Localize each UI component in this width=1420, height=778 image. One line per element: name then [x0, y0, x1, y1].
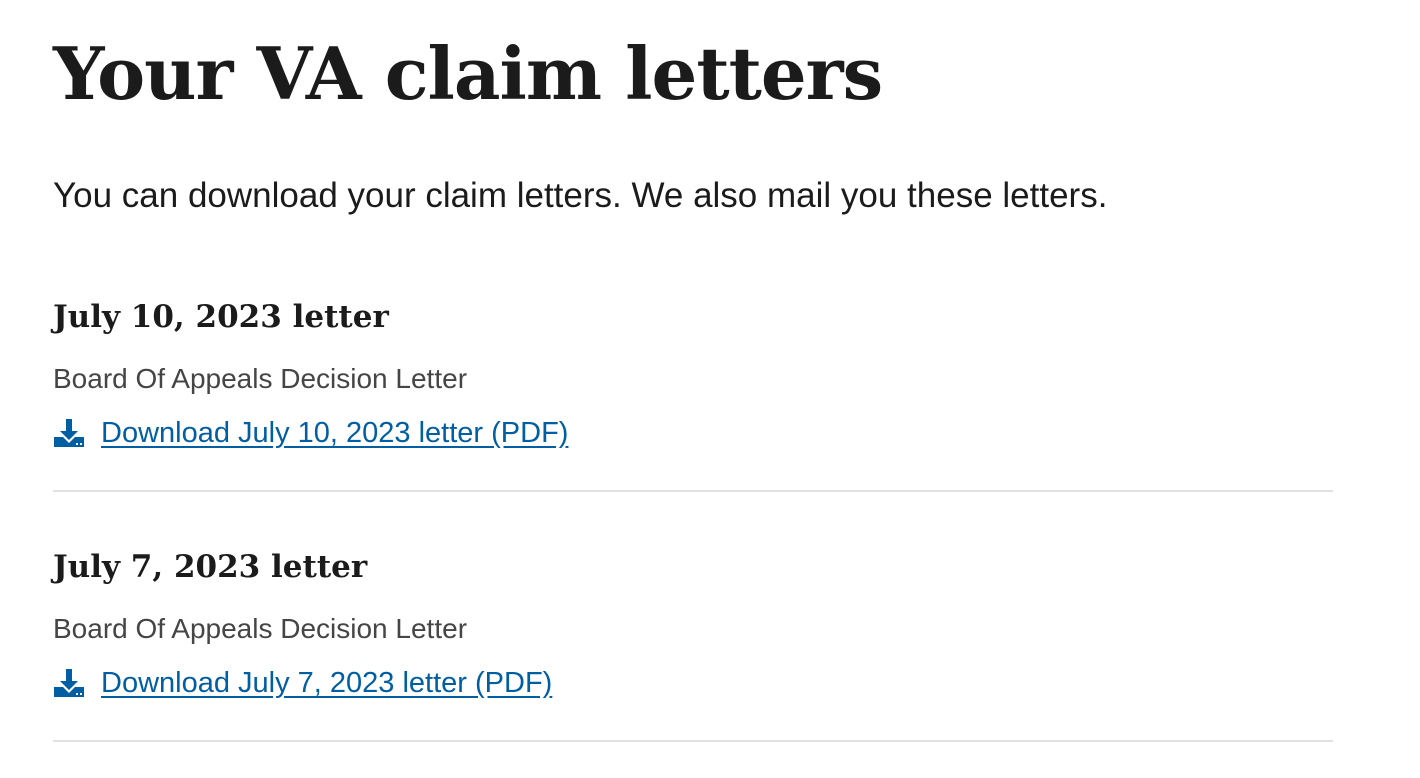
download-letter-link[interactable]: Download July 10, 2023 letter (PDF) [53, 414, 568, 452]
download-icon [54, 669, 84, 697]
letter-type: Board Of Appeals Decision Letter [53, 613, 468, 644]
letter-type: Board Of Appeals Decision Letter [53, 363, 468, 394]
download-letter-link[interactable]: Download July 7, 2023 letter (PDF) [53, 664, 552, 702]
letter-heading: July 7, 2023 letter [53, 549, 368, 585]
download-link-label: Download July 10, 2023 letter (PDF) [101, 417, 569, 449]
download-icon [54, 419, 84, 447]
letter-item: July 10, 2023 letter Board Of Appeals De… [53, 240, 1333, 492]
page-title: Your VA claim letters [53, 31, 883, 116]
letter-heading: July 10, 2023 letter [53, 299, 389, 335]
download-link-label: Download July 7, 2023 letter (PDF) [101, 667, 553, 699]
page-intro: You can download your claim letters. We … [53, 176, 1108, 215]
letter-item: July 7, 2023 letter Board Of Appeals Dec… [53, 490, 1333, 742]
